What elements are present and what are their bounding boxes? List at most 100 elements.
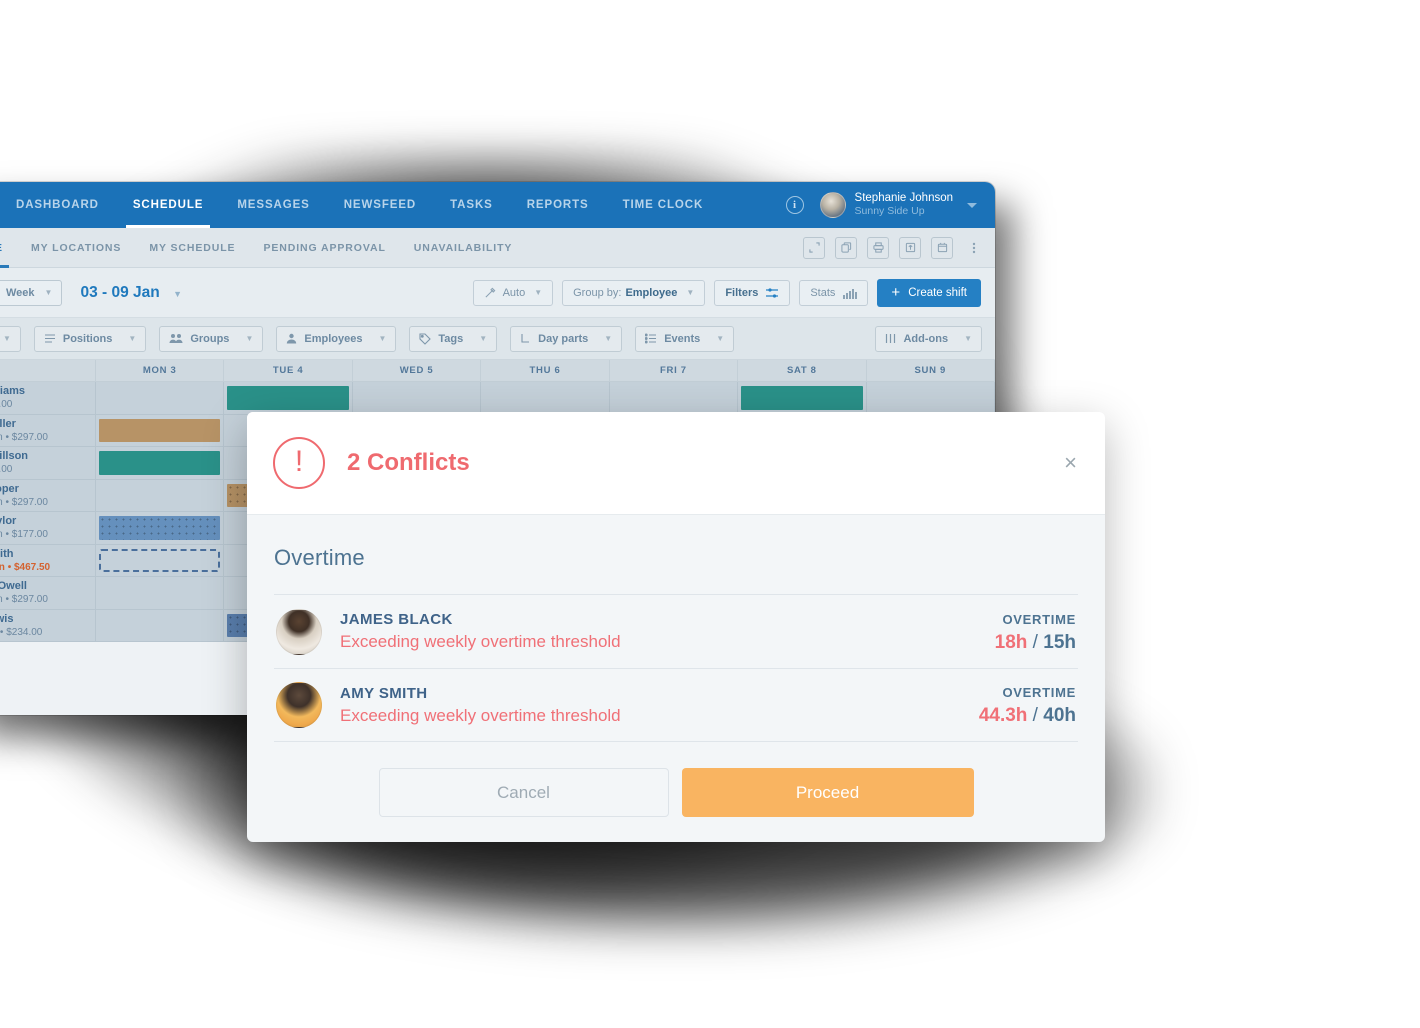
stats-button[interactable]: Stats	[799, 279, 869, 306]
filter-addons-label: Add-ons	[903, 332, 949, 345]
close-icon[interactable]: ×	[1064, 452, 1077, 474]
schedule-cell[interactable]	[96, 479, 225, 511]
schedule-cell[interactable]	[96, 414, 225, 446]
filter-employees[interactable]: Employees ▼	[276, 325, 397, 352]
proceed-button[interactable]: Proceed	[681, 768, 974, 817]
schedule-cell[interactable]	[481, 382, 610, 414]
user-menu[interactable]: Stephanie Johnson Sunny Side Up	[819, 192, 977, 218]
export-icon[interactable]	[899, 236, 921, 259]
period-select[interactable]: Week ▼	[0, 279, 63, 306]
group-by-value: Employee	[625, 286, 678, 299]
conflict-description: Exceeding weekly overtime threshold	[340, 705, 621, 725]
day-header-row: MON 3 TUE 4 WED 5 THU 6 FRI 7 SAT 8 SUN …	[0, 360, 995, 382]
schedule-toolbar: ‹ › Week ▼ 03 - 09 Jan ▼ Auto ▼ Group by…	[0, 268, 995, 318]
info-icon[interactable]: i	[785, 196, 804, 214]
events-icon	[645, 333, 657, 344]
tab-my-locations[interactable]: MY LOCATIONS	[31, 228, 121, 268]
group-by-button[interactable]: Group by: Employee ▼	[562, 279, 706, 306]
schedule-cell[interactable]	[738, 382, 867, 414]
shift-block[interactable]	[741, 386, 863, 410]
date-range[interactable]: 03 - 09 Jan ▼	[80, 284, 182, 302]
conflict-text: JAMES BLACK Exceeding weekly overtime th…	[340, 609, 995, 654]
tab-unavailability[interactable]: UNAVAILABILITY	[414, 228, 513, 268]
schedule-cell[interactable]	[96, 577, 225, 609]
chevron-down-icon: ▼	[604, 334, 613, 343]
nav-item-reports[interactable]: REPORTS	[527, 182, 589, 228]
nav-item-tasks[interactable]: TASKS	[450, 182, 493, 228]
schedule-cell[interactable]	[96, 447, 225, 479]
schedule-cell[interactable]	[867, 382, 995, 414]
warning-icon: !	[273, 437, 325, 489]
top-navigation: DASHBOARD SCHEDULE MESSAGES NEWSFEED TAS…	[0, 182, 995, 228]
filter-events-label: Events	[664, 332, 701, 345]
day-header-mon: MON 3	[96, 360, 225, 381]
list-icon	[44, 333, 56, 344]
cancel-button[interactable]: Cancel	[378, 768, 669, 817]
chevron-down-icon: ▼	[964, 334, 972, 343]
copy-icon[interactable]	[835, 236, 857, 259]
nav-item-dashboard[interactable]: DASHBOARD	[16, 182, 99, 228]
employee-cell[interactable]: Kate Lewis9h 30min • $234.00	[0, 609, 96, 641]
employee-cell[interactable]: Chris Miller13h 30min • $297.00	[0, 414, 96, 446]
create-shift-button[interactable]: + Create shift	[877, 278, 981, 307]
filter-events[interactable]: Events ▼	[635, 325, 735, 352]
create-shift-label: Create shift	[908, 286, 967, 299]
avatar-james-black	[276, 608, 322, 655]
tab-pending-approval[interactable]: PENDING APPROVAL	[263, 228, 385, 268]
more-icon[interactable]	[963, 237, 985, 259]
shift-block[interactable]	[227, 386, 349, 410]
employee-cell[interactable]: Bob Williams 6h • $160.00	[0, 382, 96, 414]
conflict-text: AMY SMITH Exceeding weekly overtime thre…	[340, 683, 979, 728]
schedule-cell[interactable]	[96, 512, 225, 544]
nav-item-schedule[interactable]: SCHEDULE	[125, 182, 211, 228]
schedule-cell[interactable]	[353, 382, 482, 414]
schedule-cell[interactable]	[96, 382, 225, 414]
conflict-metric: OVERTIME 44.3h / 40h	[979, 682, 1076, 728]
nav-item-newsfeed[interactable]: NEWSFEED	[344, 182, 416, 228]
schedule-cell[interactable]	[96, 609, 225, 641]
employee-hours-cost: 14h 30min • $467.50	[0, 561, 51, 573]
filter-positions[interactable]: Positions ▼	[33, 325, 147, 352]
employee-cell[interactable]: Jeremy Owell 13h 30min • $297.00	[0, 577, 96, 609]
employee-cell[interactable]: Amy Smith14h 30min • $467.50	[0, 544, 96, 576]
daypart-icon	[520, 333, 531, 344]
nav-item-time-clock[interactable]: TIME CLOCK	[623, 182, 704, 228]
employee-cell[interactable]: Jane Taylor 12h 30min • $177.00	[0, 512, 96, 544]
shift-block[interactable]	[99, 418, 221, 442]
employee-name: Jane Taylor	[0, 515, 17, 527]
chevron-down-icon: ▼	[173, 288, 182, 299]
chevron-down-icon: ▼	[44, 288, 53, 297]
tab-my-schedule[interactable]: MY SCHEDULE	[149, 228, 235, 268]
schedule-cell[interactable]	[96, 544, 225, 576]
day-header-sun: SUN 9	[867, 360, 995, 381]
avatar-amy-smith	[276, 682, 322, 728]
shift-block[interactable]	[99, 451, 221, 475]
fullscreen-icon[interactable]	[803, 236, 825, 259]
auto-schedule-button[interactable]: Auto ▼	[472, 279, 554, 306]
schedule-cell[interactable]	[610, 382, 739, 414]
filter-groups[interactable]: Groups ▼	[159, 325, 264, 352]
conflict-row[interactable]: JAMES BLACK Exceeding weekly overtime th…	[274, 594, 1078, 668]
employee-hours-cost: 12h 30min • $177.00	[0, 529, 48, 540]
conflict-description: Exceeding weekly overtime threshold	[340, 632, 621, 651]
shift-block-placeholder[interactable]	[99, 548, 221, 572]
filters-button[interactable]: Filters	[714, 279, 791, 306]
schedule-cell[interactable]	[224, 382, 353, 414]
conflict-hours-separator: /	[1027, 631, 1044, 653]
nav-item-messages[interactable]: MESSAGES	[237, 182, 309, 228]
employee-cell[interactable]: Erin Cooper13h 30min • $297.00	[0, 479, 96, 511]
employee-cell[interactable]: David Willson 8h • $180.00	[0, 447, 96, 479]
filter-tags[interactable]: Tags ▼	[409, 325, 498, 352]
publish-icon[interactable]	[931, 236, 953, 259]
conflict-kind: OVERTIME	[1002, 685, 1076, 700]
tab-schedule[interactable]: SCHEDULE	[0, 228, 9, 268]
filter-addons[interactable]: Add-ons ▼	[875, 325, 982, 352]
filter-day-parts-label: Day parts	[538, 332, 589, 345]
shift-block[interactable]	[99, 516, 221, 540]
conflict-row[interactable]: AMY SMITH Exceeding weekly overtime thre…	[274, 668, 1078, 742]
date-range-label: 03 - 09 Jan	[80, 283, 160, 301]
print-icon[interactable]	[867, 236, 889, 259]
filter-day-parts[interactable]: Day parts ▼	[510, 325, 623, 352]
filter-locations[interactable]: Locations ▼	[0, 325, 21, 352]
tag-icon	[419, 332, 432, 345]
